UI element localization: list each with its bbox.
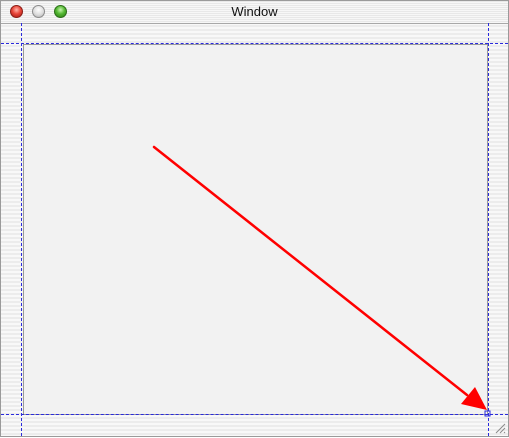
resize-grip-icon[interactable] [494,422,506,434]
guide-intersection-marker [484,410,491,417]
arrow-head [461,387,487,410]
arrow-layer [152,145,491,417]
app-window: Window [0,0,509,437]
arrow-shaft [152,145,469,397]
